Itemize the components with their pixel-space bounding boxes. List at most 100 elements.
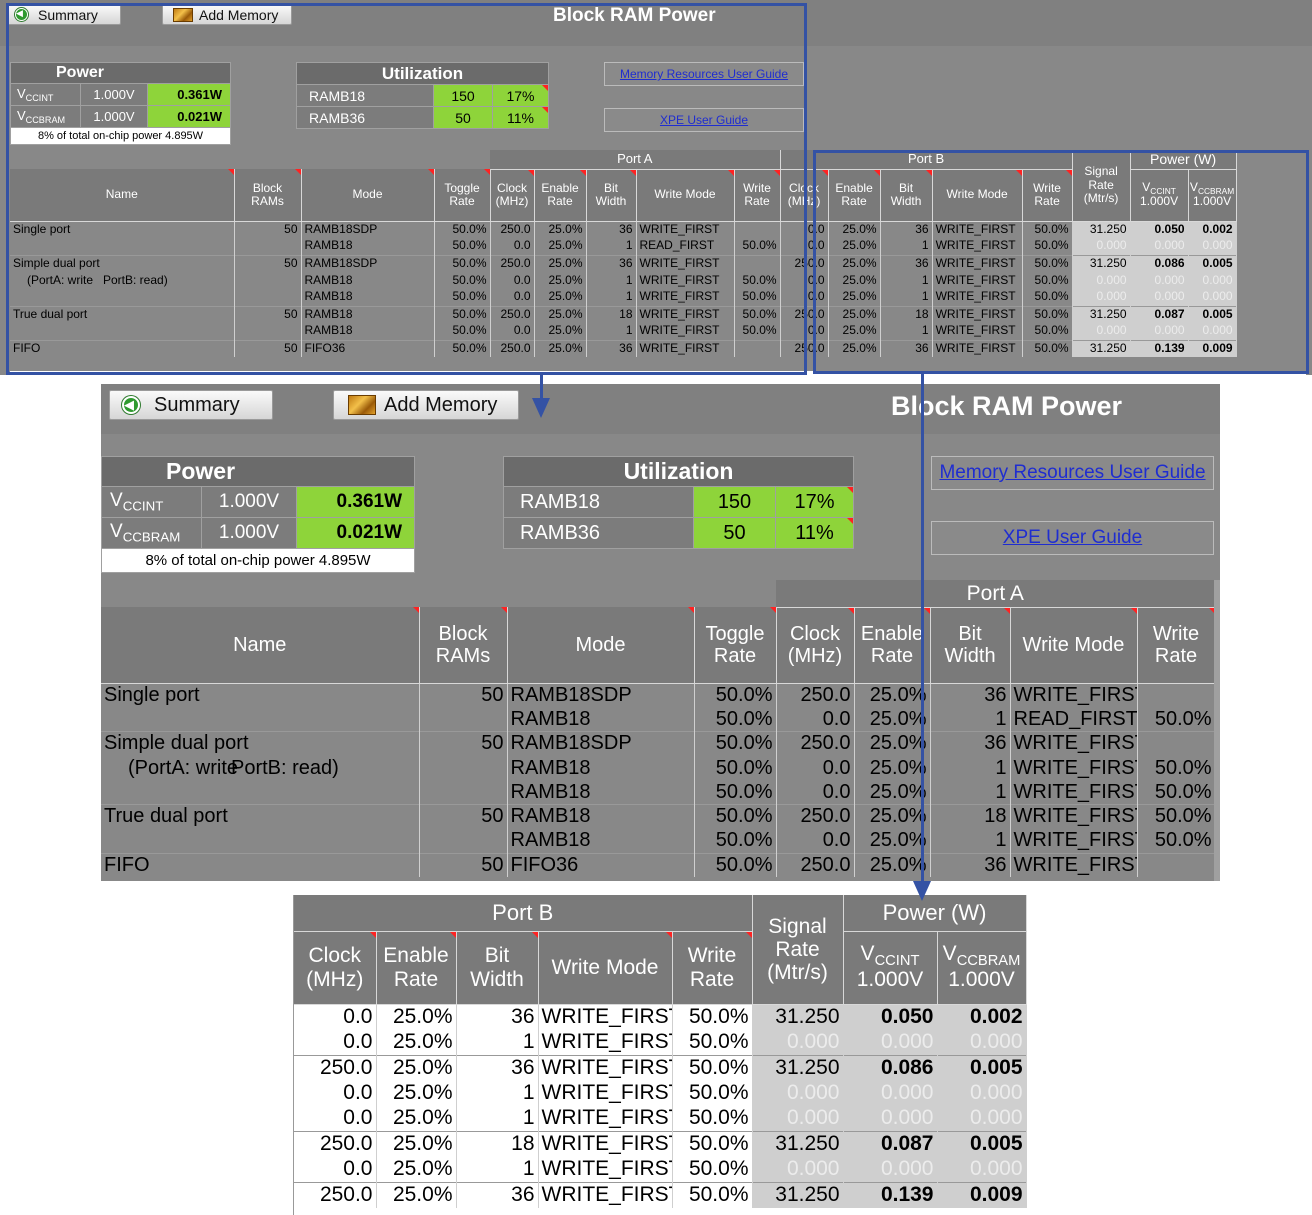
cell-b-write-mode[interactable]: WRITE_FIRST (932, 272, 1023, 289)
cell-a-write-mode[interactable]: WRITE_FIRST (636, 289, 735, 306)
cell-a-bits[interactable]: 1 (586, 238, 637, 255)
cell-blocks[interactable] (419, 755, 508, 781)
cell-name[interactable] (10, 289, 235, 306)
cell-a-enable[interactable]: 25.0% (534, 339, 587, 357)
cell-a-enable[interactable]: 25.0% (854, 780, 931, 805)
cell-b-bits[interactable]: 36 (880, 220, 933, 238)
cell-b-bits[interactable]: 1 (456, 1029, 539, 1055)
cell-b-write-mode[interactable]: WRITE_FIRST (932, 323, 1023, 340)
cell-mode[interactable]: RAMB18 (507, 803, 695, 829)
cell-vccint[interactable]: 0.000 (843, 1080, 938, 1106)
cell-b-enable[interactable]: 25.0% (828, 305, 881, 323)
cell-a-write-rate[interactable] (734, 254, 781, 272)
cell-a-enable[interactable]: 25.0% (534, 220, 587, 238)
cell-blocks[interactable]: 50 (419, 731, 508, 756)
cell-b-write-rate[interactable]: 50.0% (672, 1131, 753, 1157)
link-text[interactable]: Memory Resources User Guide (939, 462, 1205, 484)
cell-vccbram[interactable]: 0.000 (1188, 289, 1237, 306)
cell-a-clock[interactable]: 250.0 (490, 254, 535, 272)
cell-a-bits[interactable]: 18 (930, 803, 1011, 829)
cell-a-clock[interactable]: 0.0 (490, 272, 535, 289)
cell-toggle[interactable]: 50.0% (694, 780, 777, 805)
cell-name[interactable] (101, 828, 420, 854)
cell-vccint[interactable]: 0.000 (1130, 272, 1189, 289)
cell-a-write-rate[interactable]: 50.0% (734, 305, 781, 323)
cell-a-write-rate[interactable]: 50.0% (1137, 780, 1216, 805)
cell-a-clock[interactable]: 0.0 (776, 707, 855, 732)
cell-signal[interactable]: 31.250 (1072, 339, 1131, 357)
cell-blocks[interactable] (234, 289, 302, 306)
cell-vccbram[interactable]: 0.000 (1188, 323, 1237, 340)
cell-vccbram[interactable]: 0.000 (937, 1157, 1027, 1183)
cell-a-clock[interactable]: 250.0 (776, 852, 855, 878)
cell-signal[interactable]: 0.000 (1072, 272, 1131, 289)
cell-blocks[interactable]: 50 (419, 682, 508, 708)
cell-a-clock[interactable]: 250.0 (490, 339, 535, 357)
cell-toggle[interactable]: 50.0% (434, 323, 491, 340)
cell-vccbram[interactable]: 0.000 (1188, 272, 1237, 289)
cell-signal[interactable]: 31.250 (752, 1054, 844, 1081)
cell-blocks[interactable]: 50 (234, 305, 302, 323)
cell-b-write-rate[interactable]: 50.0% (1022, 339, 1073, 357)
cell-b-bits[interactable]: 1 (880, 289, 933, 306)
cell-signal[interactable]: 31.250 (752, 1003, 844, 1030)
cell-blocks[interactable] (419, 828, 508, 854)
cell-a-write-mode[interactable]: READ_FIRST (636, 238, 735, 255)
cell-a-bits[interactable]: 36 (586, 339, 637, 357)
cell-a-bits[interactable]: 36 (586, 220, 637, 238)
cell-mode[interactable]: RAMB18 (301, 272, 435, 289)
cell-name[interactable]: (PortA: writePortB: read) (10, 272, 235, 289)
cell-blocks[interactable] (419, 707, 508, 732)
cell-blocks[interactable] (419, 780, 508, 805)
cell-a-enable[interactable]: 25.0% (854, 731, 931, 756)
link-text[interactable]: Memory Resources User Guide (620, 67, 788, 81)
cell-b-clock[interactable]: 0.0 (780, 272, 829, 289)
cell-vccint[interactable]: 0.086 (843, 1054, 938, 1081)
cell-a-write-rate[interactable] (734, 339, 781, 357)
cell-a-write-rate[interactable] (734, 220, 781, 238)
cell-vccbram[interactable]: 0.005 (937, 1131, 1027, 1157)
cell-b-clock[interactable]: 250.0 (780, 339, 829, 357)
cell-a-clock[interactable]: 250.0 (776, 682, 855, 708)
cell-toggle[interactable]: 50.0% (434, 305, 491, 323)
cell-a-clock[interactable]: 0.0 (776, 780, 855, 805)
cell-vccbram[interactable]: 0.005 (937, 1054, 1027, 1081)
cell-a-enable[interactable]: 25.0% (854, 707, 931, 732)
cell-vccint[interactable]: 0.087 (843, 1131, 938, 1157)
cell-name[interactable]: FIFO (101, 852, 420, 878)
cell-vccint[interactable]: 0.000 (843, 1157, 938, 1183)
cell-b-write-rate[interactable]: 50.0% (1022, 220, 1073, 238)
memory-guide-link[interactable]: Memory Resources User Guide (931, 456, 1214, 490)
cell-a-bits[interactable]: 36 (930, 731, 1011, 756)
cell-vccint[interactable]: 0.000 (843, 1029, 938, 1055)
cell-a-bits[interactable]: 1 (586, 323, 637, 340)
cell-b-enable[interactable]: 25.0% (376, 1131, 457, 1157)
cell-toggle[interactable]: 50.0% (694, 803, 777, 829)
cell-b-clock[interactable]: 0.0 (780, 323, 829, 340)
cell-mode[interactable]: RAMB18 (301, 305, 435, 323)
cell-a-write-mode[interactable]: WRITE_FIRST (1010, 755, 1138, 781)
cell-a-write-rate[interactable]: 50.0% (734, 289, 781, 306)
cell-vccint[interactable]: 0.139 (1130, 339, 1189, 357)
cell-name[interactable]: (PortA: writePortB: read) (101, 755, 420, 781)
cell-a-write-mode[interactable]: WRITE_FIRST (636, 339, 735, 357)
cell-b-clock[interactable]: 0.0 (780, 238, 829, 255)
cell-b-enable[interactable]: 25.0% (376, 1182, 457, 1208)
cell-a-enable[interactable]: 25.0% (534, 272, 587, 289)
cell-a-bits[interactable]: 36 (930, 852, 1011, 878)
cell-b-bits[interactable]: 36 (456, 1054, 539, 1081)
add-memory-button[interactable]: Add Memory (333, 390, 519, 420)
cell-blocks[interactable] (234, 323, 302, 340)
cell-vccbram[interactable]: 0.000 (937, 1106, 1027, 1132)
cell-b-enable[interactable]: 25.0% (828, 323, 881, 340)
cell-a-enable[interactable]: 25.0% (534, 305, 587, 323)
cell-vccint[interactable]: 0.000 (843, 1106, 938, 1132)
cell-b-clock[interactable]: 250.0 (780, 254, 829, 272)
cell-b-enable[interactable]: 25.0% (828, 289, 881, 306)
cell-b-bits[interactable]: 1 (456, 1106, 539, 1132)
cell-blocks[interactable]: 50 (419, 803, 508, 829)
cell-b-write-mode[interactable]: WRITE_FIRST (538, 1106, 673, 1132)
cell-b-write-rate[interactable]: 50.0% (1022, 305, 1073, 323)
cell-signal[interactable]: 0.000 (1072, 289, 1131, 306)
cell-b-bits[interactable]: 36 (880, 339, 933, 357)
